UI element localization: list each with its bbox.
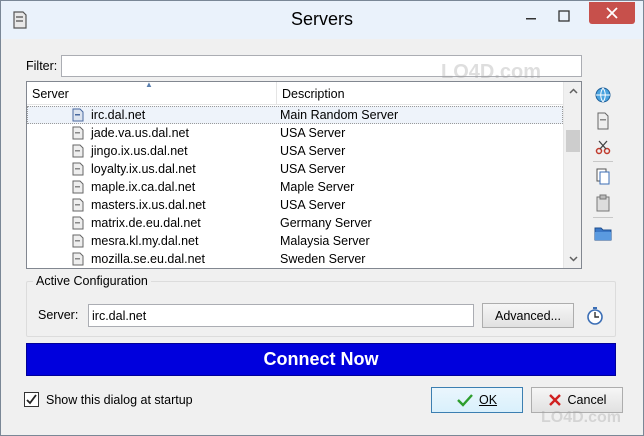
table-row[interactable]: irc.dal.net Main Random Server bbox=[27, 106, 563, 124]
sort-ascending-icon: ▲ bbox=[145, 81, 153, 89]
column-header-server[interactable]: Server bbox=[32, 87, 69, 101]
title-bar[interactable]: Servers bbox=[1, 1, 643, 39]
copy-icon bbox=[596, 168, 610, 185]
connect-globe-icon bbox=[595, 87, 611, 103]
toolbar-divider bbox=[593, 217, 613, 218]
connect-server-button[interactable] bbox=[591, 83, 615, 107]
toolbar-divider bbox=[593, 161, 613, 162]
paste-icon bbox=[596, 194, 610, 212]
row-description: USA Server bbox=[280, 144, 346, 158]
add-server-icon bbox=[597, 112, 609, 130]
chevron-up-icon bbox=[568, 88, 578, 94]
row-server-name: irc.dal.net bbox=[91, 108, 146, 122]
cut-icon bbox=[595, 140, 611, 155]
list-scrollbar[interactable] bbox=[563, 82, 581, 268]
show-at-startup-label[interactable]: Show this dialog at startup bbox=[46, 393, 193, 407]
list-rows: irc.dal.net Main Random Server jade.va.u… bbox=[27, 106, 563, 268]
table-row[interactable]: maple.ix.ca.dal.net Maple Server bbox=[27, 178, 563, 196]
minimize-icon bbox=[526, 18, 536, 20]
paste-button[interactable] bbox=[591, 191, 615, 215]
scroll-thumb[interactable] bbox=[566, 130, 580, 152]
row-description: Maple Server bbox=[280, 180, 355, 194]
table-row[interactable]: loyalty.ix.us.dal.net USA Server bbox=[27, 160, 563, 178]
row-description: Main Random Server bbox=[280, 108, 399, 122]
watermark-logo: LO4D.com bbox=[541, 409, 622, 426]
table-row[interactable]: mozilla.se.eu.dal.net Sweden Server bbox=[27, 250, 563, 268]
scroll-down-button[interactable] bbox=[564, 250, 581, 268]
row-server-name: maple.ix.ca.dal.net bbox=[91, 180, 196, 194]
table-row[interactable]: jade.va.us.dal.net USA Server bbox=[27, 124, 563, 142]
row-server-name: loyalty.ix.us.dal.net bbox=[91, 162, 196, 176]
group-title: Active Configuration bbox=[33, 274, 151, 288]
row-server-name: mozilla.se.eu.dal.net bbox=[91, 252, 205, 266]
ok-button[interactable]: OK bbox=[431, 387, 523, 413]
server-icon bbox=[72, 144, 84, 158]
list-header: ▲ Server Description bbox=[27, 82, 563, 105]
window-title: Servers bbox=[290, 9, 353, 29]
filter-label: Filter: bbox=[26, 59, 58, 73]
advanced-button[interactable]: Advanced... bbox=[482, 303, 574, 328]
server-icon bbox=[72, 180, 84, 194]
clock-icon bbox=[587, 307, 603, 325]
row-server-name: matrix.de.eu.dal.net bbox=[91, 216, 201, 230]
row-server-name: jade.va.us.dal.net bbox=[91, 126, 189, 140]
timer-button[interactable] bbox=[585, 306, 605, 326]
server-list[interactable]: ▲ Server Description irc.dal.net Main Ra… bbox=[26, 81, 582, 269]
close-icon bbox=[606, 7, 618, 19]
row-description: USA Server bbox=[280, 162, 346, 176]
server-field[interactable] bbox=[88, 304, 474, 327]
ok-label: OK bbox=[478, 393, 498, 407]
close-button[interactable] bbox=[589, 2, 635, 24]
server-icon bbox=[72, 234, 84, 248]
check-icon bbox=[457, 393, 473, 407]
cancel-x-icon bbox=[548, 393, 562, 407]
server-icon bbox=[72, 162, 84, 176]
connect-now-button[interactable]: Connect Now bbox=[26, 343, 616, 376]
server-icon bbox=[72, 252, 84, 266]
server-label: Server: bbox=[38, 308, 79, 322]
row-server-name: masters.ix.us.dal.net bbox=[91, 198, 206, 212]
copy-button[interactable] bbox=[591, 165, 615, 189]
table-row[interactable]: jingo.ix.us.dal.net USA Server bbox=[27, 142, 563, 160]
chevron-down-icon bbox=[568, 256, 578, 262]
row-server-name: jingo.ix.us.dal.net bbox=[91, 144, 188, 158]
row-description: USA Server bbox=[280, 126, 346, 140]
servers-dialog: Servers Filter: ▲ Server Description irc… bbox=[0, 0, 644, 436]
table-row[interactable]: matrix.de.eu.dal.net Germany Server bbox=[27, 214, 563, 232]
server-icon bbox=[72, 198, 84, 212]
add-server-button[interactable] bbox=[591, 109, 615, 133]
cancel-label: Cancel bbox=[567, 393, 607, 407]
column-separator[interactable] bbox=[276, 82, 277, 105]
row-server-name: mesra.kl.my.dal.net bbox=[91, 234, 199, 248]
table-row[interactable]: mesra.kl.my.dal.net Malaysia Server bbox=[27, 232, 563, 250]
maximize-icon bbox=[558, 10, 570, 22]
minimize-button[interactable] bbox=[516, 1, 546, 31]
server-icon bbox=[72, 216, 84, 230]
row-description: Sweden Server bbox=[280, 252, 366, 266]
watermark-logo: LO4D.com bbox=[441, 61, 542, 83]
row-description: USA Server bbox=[280, 198, 346, 212]
server-icon bbox=[72, 108, 84, 122]
row-description: Germany Server bbox=[280, 216, 372, 230]
server-icon bbox=[72, 126, 84, 140]
scroll-up-button[interactable] bbox=[564, 82, 581, 100]
column-header-description[interactable]: Description bbox=[282, 87, 345, 101]
open-folder-button[interactable] bbox=[591, 221, 615, 245]
maximize-button[interactable] bbox=[549, 1, 579, 31]
table-row[interactable]: masters.ix.us.dal.net USA Server bbox=[27, 196, 563, 214]
show-at-startup-checkbox[interactable] bbox=[24, 392, 39, 407]
row-description: Malaysia Server bbox=[280, 234, 370, 248]
cut-button[interactable] bbox=[591, 135, 615, 159]
open-folder-icon bbox=[594, 227, 612, 241]
checkmark-icon bbox=[26, 394, 37, 405]
